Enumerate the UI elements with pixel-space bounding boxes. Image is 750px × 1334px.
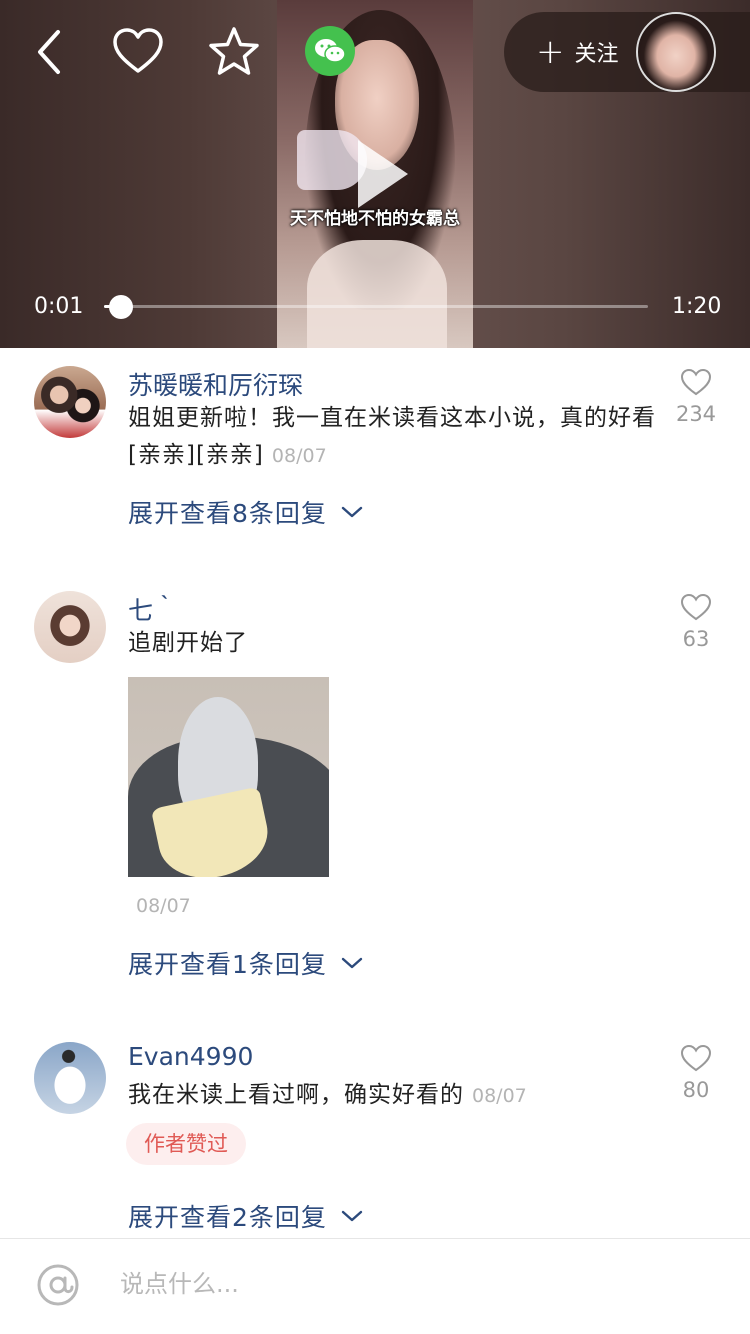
like-button[interactable]: 234 [670, 368, 722, 426]
star-icon[interactable] [208, 26, 260, 78]
progress-track[interactable] [104, 305, 648, 308]
play-icon[interactable] [358, 140, 408, 208]
follow-button[interactable]: + 关注 [536, 34, 619, 70]
expand-label: 展开查看2条回复 [128, 1203, 327, 1232]
comment-body: 我在米读上看过啊，确实好看的 [128, 1082, 464, 1108]
comment-username[interactable]: 苏暖暖和厉衍琛 [128, 366, 303, 402]
expand-replies-button[interactable]: 展开查看8条回复 [128, 494, 363, 530]
expand-replies-button[interactable]: 展开查看1条回复 [128, 945, 363, 981]
expand-label: 展开查看8条回复 [128, 499, 327, 528]
comment-body: 姐姐更新啦！我一直在米读看这本小说，真的好看[亲亲][亲亲] [128, 405, 656, 468]
comment-text: 追剧开始了 [128, 630, 248, 656]
like-button[interactable]: 63 [670, 593, 722, 651]
total-time: 1:20 [672, 294, 722, 319]
comment-sticker-image[interactable] [128, 677, 329, 877]
video-body [307, 240, 447, 348]
comment-text: 姐姐更新啦！我一直在米读看这本小说，真的好看[亲亲][亲亲] 08/07 [128, 400, 658, 475]
author-liked-badge: 作者赞过 [126, 1123, 246, 1165]
like-count: 63 [682, 627, 710, 651]
heart-outline-icon [680, 593, 712, 621]
heart-icon[interactable] [112, 26, 164, 78]
like-count: 80 [682, 1078, 710, 1102]
avatar[interactable] [34, 591, 106, 663]
avatar[interactable] [34, 1042, 106, 1114]
comment-text: 我在米读上看过啊，确实好看的 08/07 [128, 1077, 658, 1115]
chevron-down-icon [341, 1210, 363, 1222]
heart-outline-icon [680, 1044, 712, 1072]
current-time: 0:01 [34, 294, 84, 319]
comment-input-bar [0, 1238, 750, 1334]
back-icon[interactable] [24, 26, 76, 78]
video-subtitle: 天不怕地不怕的女霸总 [290, 209, 460, 229]
expand-label: 展开查看1条回复 [128, 950, 327, 979]
wechat-icon[interactable] [305, 26, 355, 76]
comment-date: 08/07 [472, 1085, 527, 1107]
chevron-down-icon [341, 957, 363, 969]
video-player[interactable]: 天不怕地不怕的女霸总 + 关注 0:01 1:20 [0, 0, 750, 348]
like-button[interactable]: 80 [670, 1044, 722, 1102]
expand-replies-button[interactable]: 展开查看2条回复 [128, 1198, 363, 1234]
chevron-down-icon [341, 506, 363, 518]
comment-username[interactable]: Evan4990 [128, 1042, 253, 1071]
follow-label: 关注 [574, 42, 619, 67]
avatar[interactable] [34, 366, 106, 438]
heart-outline-icon [680, 368, 712, 396]
progress-knob[interactable] [108, 295, 133, 319]
video-cup [297, 130, 367, 190]
plus-icon: + [536, 32, 565, 72]
like-count: 234 [675, 402, 717, 426]
author-avatar[interactable] [636, 12, 716, 92]
at-mention-icon[interactable] [36, 1263, 80, 1307]
comment-input[interactable] [120, 1259, 680, 1309]
comment-date: 08/07 [136, 895, 191, 917]
comment-username[interactable]: 七｀ [128, 591, 178, 627]
comment-date: 08/07 [271, 445, 327, 467]
